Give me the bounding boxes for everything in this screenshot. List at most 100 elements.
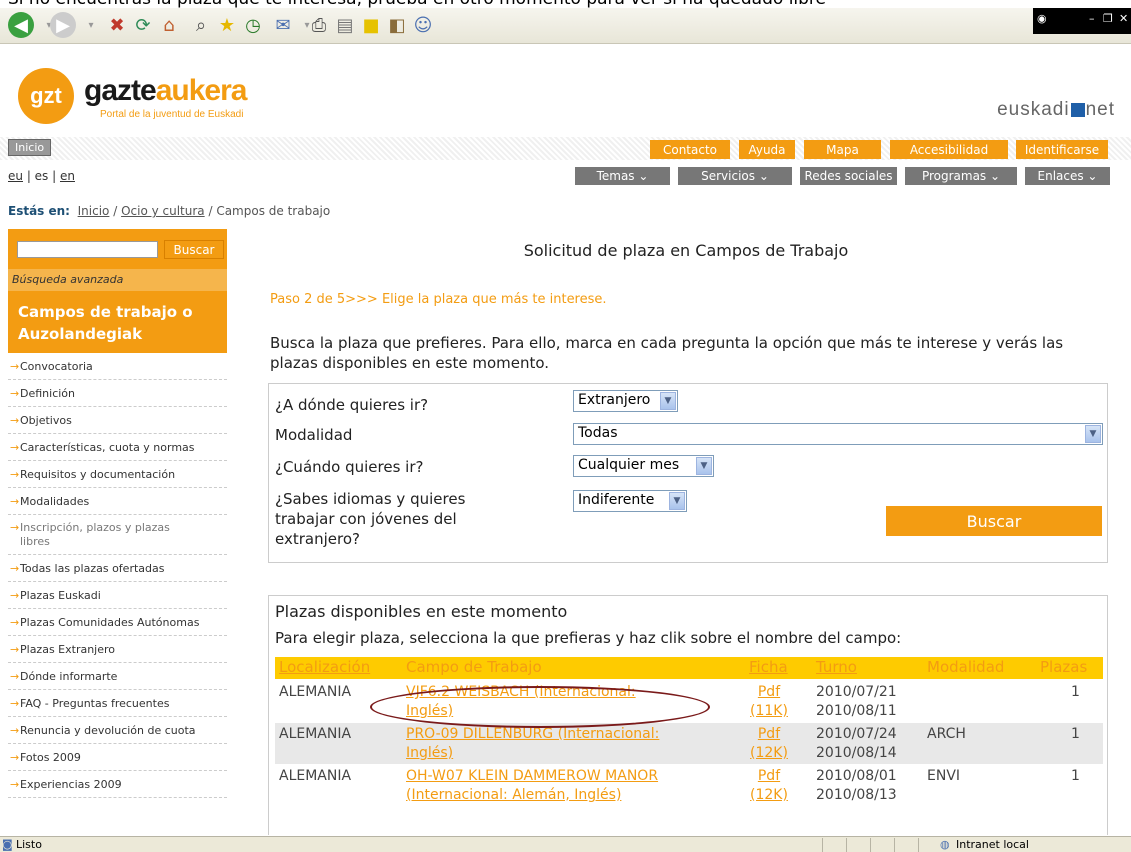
nav-servicios[interactable]: Servicios ⌄ xyxy=(678,167,792,185)
step-indicator: Paso 2 de 5>>> Elige la plaza que más te… xyxy=(270,292,607,307)
chevron-down-icon: ▼ xyxy=(696,457,712,475)
nav-programas[interactable]: Programas ⌄ xyxy=(905,167,1017,185)
sidebar-item-label: Experiencias 2009 xyxy=(20,777,122,791)
sidebar-item-inscripcion[interactable]: → Inscripción, plazos y plazas libres xyxy=(8,515,227,555)
close-icon[interactable]: ✕ xyxy=(1119,12,1128,25)
row-ficha-link[interactable]: Pdf (12K) xyxy=(749,767,789,805)
sidebar-item-objetivos[interactable]: → Objetivos xyxy=(8,407,227,434)
sidebar-item-plazas-extranjero[interactable]: → Plazas Extranjero xyxy=(8,636,227,663)
sidebar-item-label: Todas las plazas ofertadas xyxy=(20,561,165,575)
modalidad-select[interactable]: Todas ▼ xyxy=(573,423,1103,445)
nav-enlaces[interactable]: Enlaces ⌄ xyxy=(1025,167,1110,185)
row-plazas: 1 xyxy=(1071,684,1080,700)
sidebar-item-fotos[interactable]: → Fotos 2009 xyxy=(8,744,227,771)
breadcrumb-inicio[interactable]: Inicio xyxy=(78,204,110,218)
nav-temas[interactable]: Temas ⌄ xyxy=(575,167,670,185)
sidebar-item-caracteristicas[interactable]: → Características, cuota y normas xyxy=(8,434,227,461)
sidebar-item-plazas-euskadi[interactable]: → Plazas Euskadi xyxy=(8,582,227,609)
sidebar-item-todas-plazas[interactable]: → Todas las plazas ofertadas xyxy=(8,555,227,582)
question-languages-line2: trabajar con jóvenes del xyxy=(275,510,457,528)
row-ficha-line2: (12K) xyxy=(750,787,788,803)
sidebar-title[interactable]: Campos de trabajo o Auzolandegiak xyxy=(8,291,227,353)
home-icon[interactable]: ⌂ xyxy=(156,12,182,38)
row-turno-start: 2010/07/24 xyxy=(816,726,897,742)
intro-text: Busca la plaza que prefieres. Para ello,… xyxy=(270,334,1064,372)
row-ficha-link[interactable]: Pdf (12K) xyxy=(749,725,789,763)
sidebar-item-donde-informarte[interactable]: → Dónde informarte xyxy=(8,663,227,690)
sidebar-search-input[interactable] xyxy=(17,241,158,258)
col-ficha[interactable]: Ficha xyxy=(749,658,788,676)
restore-icon[interactable]: ❐ xyxy=(1103,12,1113,25)
back-icon[interactable]: ◀ xyxy=(8,12,34,38)
breadcrumb: Estás en: Inicio / Ocio y cultura / Camp… xyxy=(8,204,331,218)
sidebar-item-renuncia[interactable]: → Renuncia y devolución de cuota xyxy=(8,717,227,744)
edit-icon[interactable]: ▤ xyxy=(332,12,358,38)
sidebar-item-plazas-ccaa[interactable]: → Plazas Comunidades Autónomas xyxy=(8,609,227,636)
sidebar-item-label: Dónde informarte xyxy=(20,669,118,683)
breadcrumb-ocio[interactable]: Ocio y cultura xyxy=(121,204,205,218)
mail-icon[interactable]: ✉ xyxy=(270,12,296,38)
breadcrumb-current: Campos de trabajo xyxy=(216,204,331,218)
sidebar-item-label: Características, cuota y normas xyxy=(20,440,195,454)
sidebar-item-definicion[interactable]: → Definición xyxy=(8,380,227,407)
sidebar-item-modalidades[interactable]: → Modalidades xyxy=(8,488,227,515)
research-icon[interactable]: ◧ xyxy=(384,12,410,38)
sidebar-item-requisitos[interactable]: → Requisitos y documentación xyxy=(8,461,227,488)
favorites-icon[interactable]: ★ xyxy=(214,12,240,38)
col-modalidad[interactable]: Modalidad xyxy=(927,658,1004,676)
sidebar-item-faq[interactable]: → FAQ - Preguntas frecuentes xyxy=(8,690,227,717)
advanced-search-link[interactable]: Búsqueda avanzada xyxy=(8,269,227,291)
print-icon[interactable]: ⎙ xyxy=(306,12,332,38)
languages-select[interactable]: Indiferente ▼ xyxy=(573,490,687,512)
col-plazas[interactable]: Plazas xyxy=(1040,658,1087,676)
globe-icon: ◍ xyxy=(940,838,950,851)
search-icon[interactable]: ⌕ xyxy=(188,12,214,38)
arrow-right-icon: → xyxy=(10,723,20,737)
forward-icon[interactable]: ▶ xyxy=(50,12,76,38)
search-button[interactable]: Buscar xyxy=(886,506,1102,536)
sidebar-item-label: Plazas Euskadi xyxy=(20,588,101,602)
sidebar-search-button[interactable]: Buscar xyxy=(164,240,224,259)
nav-identificarse[interactable]: Identificarse xyxy=(1016,140,1108,159)
lang-nav-bar: eu | es | en Temas ⌄ Servicios ⌄ Redes s… xyxy=(0,165,1131,187)
row-turno-start: 2010/07/21 xyxy=(816,684,897,700)
forward-dropdown-icon[interactable]: ▾ xyxy=(78,12,104,38)
nav-redes-sociales[interactable]: Redes sociales xyxy=(800,167,897,185)
row-ficha-link[interactable]: Pdf (11K) xyxy=(749,683,789,721)
col-localizacion[interactable]: Localización xyxy=(279,658,370,676)
refresh-icon[interactable]: ⟳ xyxy=(130,12,156,38)
row-campo-line2: Inglés) xyxy=(406,745,454,761)
stop-icon[interactable]: ✖ xyxy=(104,12,130,38)
chevron-down-icon: ▼ xyxy=(660,392,676,410)
nav-contacto[interactable]: Contacto xyxy=(650,140,730,159)
row-campo-link[interactable]: PRO-09 DILLENBURG (Internacional: Inglés) xyxy=(406,725,659,763)
messenger-icon[interactable]: ☺ xyxy=(410,12,436,38)
month-select[interactable]: Cualquier mes ▼ xyxy=(573,455,714,477)
row-campo-link[interactable]: OH-W07 KLEIN DAMMEROW MANOR (Internaciona… xyxy=(406,767,658,805)
nav-accesibilidad[interactable]: Accesibilidad xyxy=(890,140,1008,159)
month-value: Cualquier mes xyxy=(578,457,680,473)
logo-initials: gzt xyxy=(30,83,62,108)
destination-select[interactable]: Extranjero ▼ xyxy=(573,390,678,412)
languages-value: Indiferente xyxy=(578,492,655,508)
lang-es[interactable]: es xyxy=(35,169,49,183)
nav-mapa[interactable]: Mapa xyxy=(804,140,881,159)
euskadi-net-logo[interactable]: euskadi net xyxy=(997,99,1115,121)
row-ficha-line2: (12K) xyxy=(750,745,788,761)
inicio-button[interactable]: Inicio xyxy=(8,139,52,156)
site-logo[interactable]: gzt xyxy=(18,68,74,124)
minimize-icon[interactable]: – xyxy=(1089,12,1095,25)
logo-name[interactable]: gazteaukera xyxy=(84,74,247,108)
sidebar-item-experiencias[interactable]: → Experiencias 2009 xyxy=(8,771,227,798)
sidebar-title-line2: Auzolandegiak xyxy=(18,325,143,343)
nav-ayuda[interactable]: Ayuda xyxy=(739,140,795,159)
lang-en[interactable]: en xyxy=(60,169,75,183)
discuss-icon[interactable]: ■ xyxy=(358,12,384,38)
lang-eu[interactable]: eu xyxy=(8,169,23,183)
results-table-header: Localización Campo de Trabajo Ficha Turn… xyxy=(275,657,1103,679)
sidebar-item-convocatoria[interactable]: → Convocatoria xyxy=(8,353,227,380)
history-icon[interactable]: ◷ xyxy=(240,12,266,38)
col-campo[interactable]: Campo de Trabajo xyxy=(406,658,542,676)
row-turno-start: 2010/08/01 xyxy=(816,768,897,784)
col-turno[interactable]: Turno xyxy=(816,658,857,676)
